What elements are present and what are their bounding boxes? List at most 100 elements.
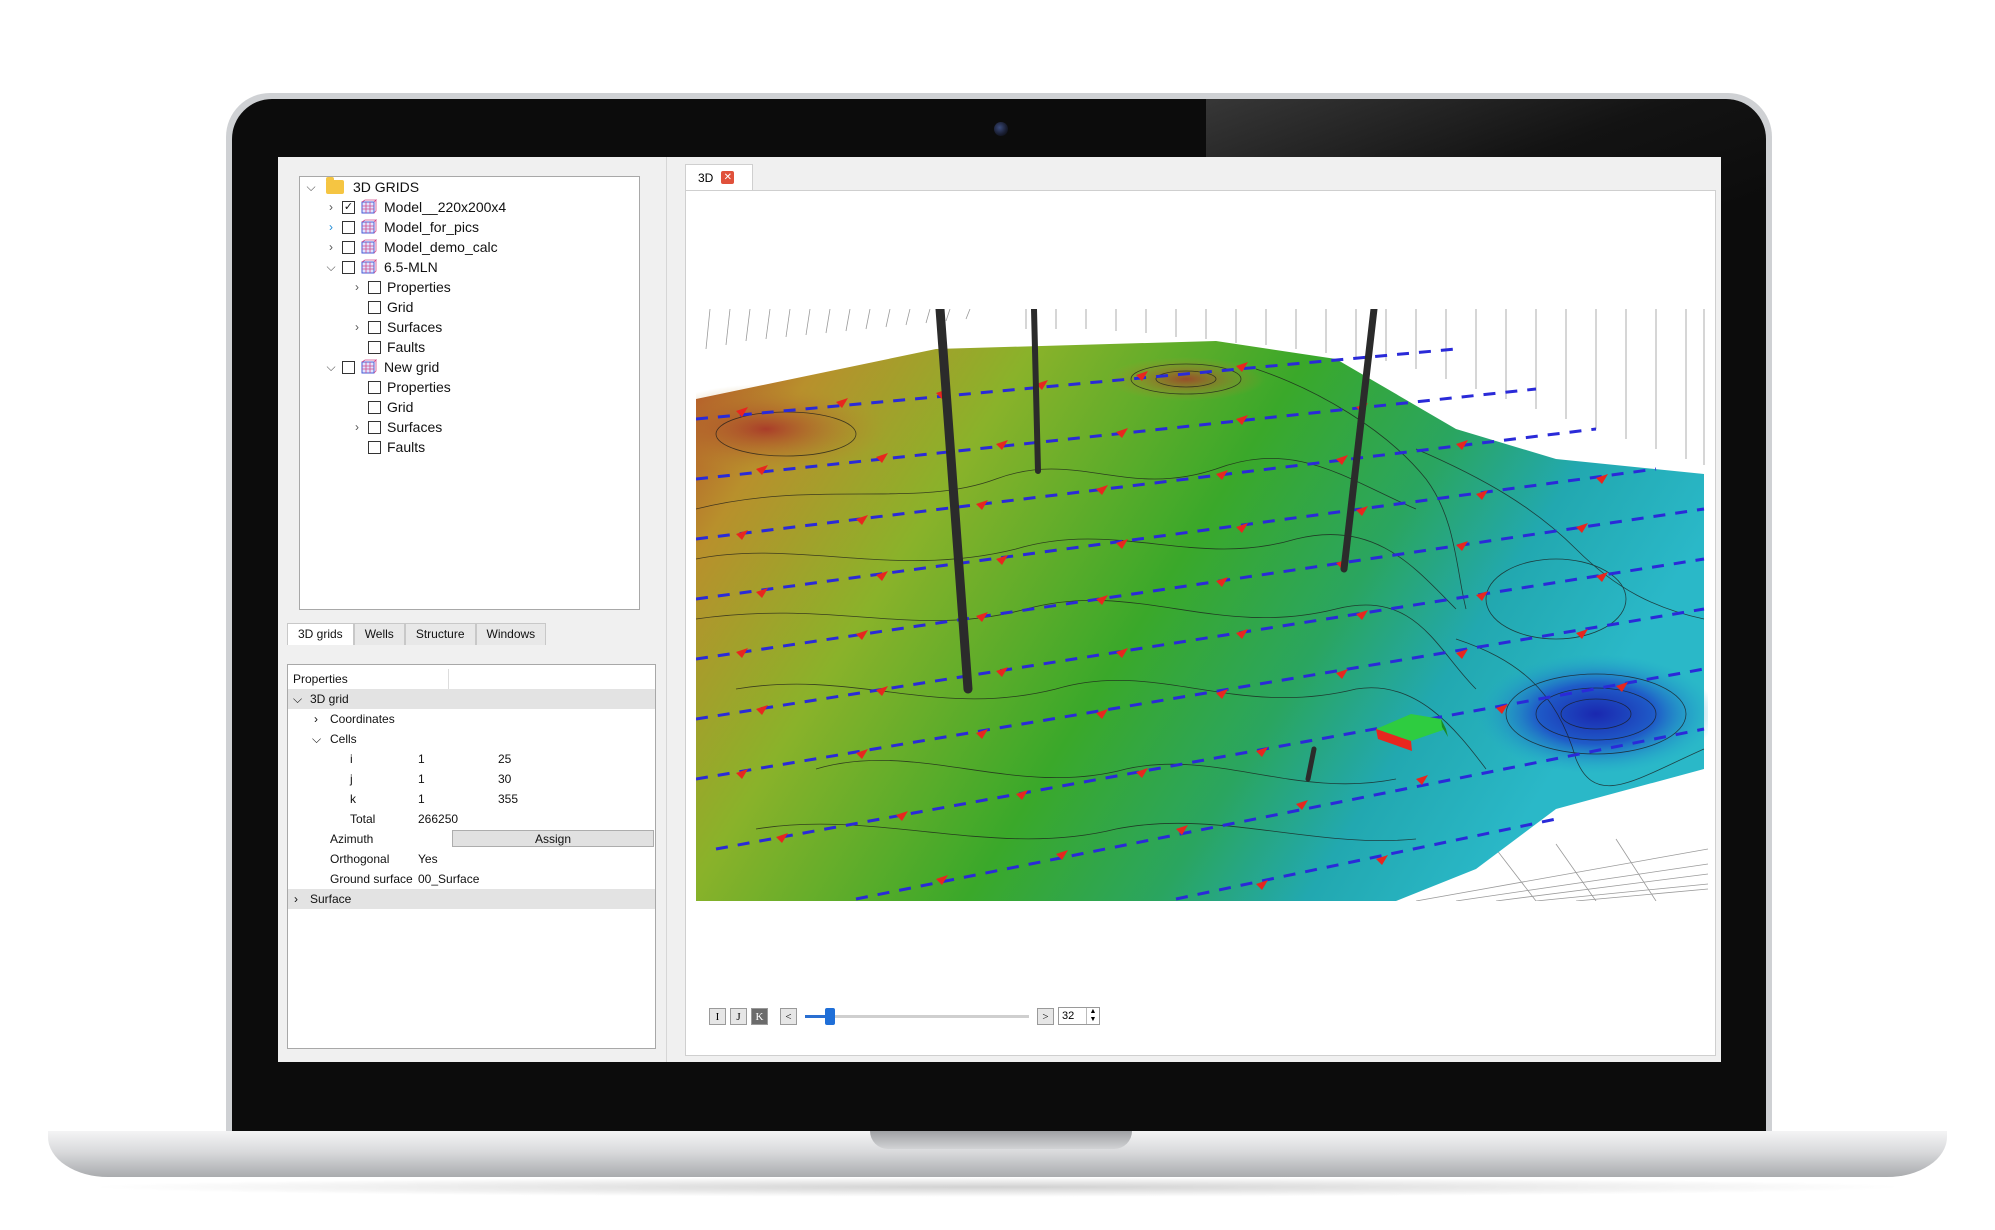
tab-windows[interactable]: Windows	[475, 623, 547, 645]
tree-item-new-faults[interactable]: Faults	[350, 437, 425, 457]
properties-panel: Properties ⌵ 3D grid › Coordinates ⌵ Cel…	[287, 664, 656, 1049]
chevron-right-icon[interactable]: ›	[324, 200, 338, 214]
row-j: j 1 30	[350, 772, 512, 786]
close-icon[interactable]: ✕	[721, 171, 735, 184]
chevron-down-icon[interactable]: ⌵	[324, 260, 338, 275]
checkbox[interactable]	[368, 320, 381, 334]
tree-item-new-grid[interactable]: ⌵ New grid	[324, 357, 439, 377]
chevron-down-icon[interactable]: ⌵	[304, 180, 318, 195]
folder-icon	[326, 177, 344, 194]
axis-k-button[interactable]: K	[751, 1007, 768, 1025]
tree-item-mln-faults[interactable]: Faults	[350, 337, 425, 357]
section-surface[interactable]: › Surface	[288, 889, 655, 909]
app-window: ⌵ 3D GRIDS › ✓ Model__220x200x4 › Model_…	[278, 157, 1721, 1062]
laptop-notch	[870, 1131, 1132, 1149]
spin-arrows-icon[interactable]: ▲ ▼	[1086, 1008, 1099, 1024]
tree-item-label: Model_demo_calc	[384, 239, 498, 255]
3d-viewport[interactable]	[696, 309, 1708, 901]
tree-item-mln-properties[interactable]: › Properties	[350, 277, 451, 297]
row-i: i 1 25	[350, 752, 512, 766]
checkbox[interactable]	[342, 360, 355, 374]
tree-item-mln-grid[interactable]: Grid	[350, 297, 413, 317]
row-orthogonal: Orthogonal Yes	[330, 852, 438, 866]
tree-item-model-3[interactable]: › Model_demo_calc	[324, 237, 498, 257]
tree-item-label: Surfaces	[387, 319, 443, 335]
tree-item-label: Model_for_pics	[384, 219, 479, 235]
tree-item-new-surfaces[interactable]: › Surfaces	[350, 417, 442, 437]
checkbox[interactable]	[342, 240, 355, 254]
checkbox[interactable]	[368, 340, 381, 354]
checkbox[interactable]	[368, 380, 381, 394]
tree-item-label: Model__220x200x4	[384, 199, 507, 215]
slice-controls: I J K < > 32 ▲ ▼	[709, 1006, 1100, 1026]
row-total: Total 266250	[350, 812, 459, 826]
tree-item-model-2[interactable]: › Model_for_pics	[324, 217, 479, 237]
checkbox[interactable]	[368, 400, 381, 414]
tab-structure[interactable]: Structure	[404, 623, 476, 645]
chevron-right-icon[interactable]: ›	[350, 420, 364, 434]
axis-i-button[interactable]: I	[709, 1007, 726, 1025]
viewer-panel: 3D ✕ I J K < > 32 ▲ ▼	[667, 157, 1721, 1062]
tree-item-label: Surfaces	[387, 419, 443, 435]
tree-item-model-4[interactable]: ⌵ 6.5-MLN	[324, 257, 438, 277]
grid-model-icon	[361, 219, 377, 234]
checkbox[interactable]	[368, 440, 381, 454]
checkbox[interactable]	[368, 280, 381, 294]
chevron-down-icon[interactable]: ⌵	[324, 360, 338, 375]
chevron-down-icon[interactable]: ⌵	[312, 732, 321, 747]
checkbox[interactable]	[368, 420, 381, 434]
row-azimuth: Azimuth Assign	[288, 829, 655, 849]
tab-3d-grids[interactable]: 3D grids	[287, 623, 354, 645]
row-k: k 1 355	[350, 792, 519, 806]
row-cells[interactable]: ⌵ Cells	[288, 729, 655, 749]
next-slice-button[interactable]: >	[1037, 1007, 1054, 1025]
prev-slice-button[interactable]: <	[780, 1007, 797, 1025]
model-tree: ⌵ 3D GRIDS › ✓ Model__220x200x4 › Model_…	[299, 176, 640, 610]
chevron-right-icon[interactable]: ›	[350, 280, 364, 294]
tree-root-label: 3D GRIDS	[353, 179, 420, 195]
tab-3d[interactable]: 3D ✕	[685, 164, 753, 190]
tree-item-model-1[interactable]: › ✓ Model__220x200x4	[324, 197, 506, 217]
tree-item-new-properties[interactable]: Properties	[350, 377, 451, 397]
chevron-down-icon[interactable]: ⌵	[293, 692, 302, 707]
slider-handle[interactable]	[825, 1007, 835, 1025]
grid-model-icon	[361, 259, 377, 274]
section-3d-grid[interactable]: ⌵ 3D grid	[288, 689, 655, 709]
tab-3d-label: 3D	[698, 170, 714, 185]
tree-item-label: New grid	[384, 359, 440, 375]
left-panel: ⌵ 3D GRIDS › ✓ Model__220x200x4 › Model_…	[278, 157, 667, 1062]
tree-item-label: Faults	[387, 339, 426, 355]
assign-button[interactable]: Assign	[452, 830, 654, 847]
chevron-right-icon[interactable]: ›	[324, 240, 338, 254]
tree-item-label: Grid	[387, 299, 414, 315]
tree-item-mln-surfaces[interactable]: › Surfaces	[350, 317, 442, 337]
grid-model-icon	[361, 359, 377, 374]
slice-value[interactable]: 32	[1059, 1010, 1086, 1022]
laptop-shadow	[80, 1177, 1915, 1197]
chevron-right-icon[interactable]: ›	[294, 892, 298, 906]
tree-item-label: 6.5-MLN	[384, 259, 438, 275]
grid-model-icon	[361, 199, 377, 214]
tree-item-label: Properties	[387, 379, 451, 395]
tab-wells[interactable]: Wells	[353, 623, 405, 645]
chevron-right-icon[interactable]: ›	[350, 320, 364, 334]
view-area: I J K < > 32 ▲ ▼	[685, 190, 1716, 1056]
axis-j-button[interactable]: J	[730, 1007, 747, 1025]
tree-item-label: Properties	[387, 279, 451, 295]
row-coordinates[interactable]: › Coordinates	[288, 709, 655, 729]
chevron-right-icon[interactable]: ›	[324, 220, 338, 234]
tree-item-new-grid-node[interactable]: Grid	[350, 397, 413, 417]
panel-tabs: 3D grids Wells Structure Windows	[287, 623, 547, 645]
checkbox[interactable]	[368, 300, 381, 314]
camera-icon	[994, 122, 1008, 136]
checkbox[interactable]	[342, 220, 355, 234]
chevron-right-icon[interactable]: ›	[314, 712, 318, 726]
tree-root[interactable]: ⌵ 3D GRIDS	[304, 177, 419, 197]
tree-item-label: Faults	[387, 439, 426, 455]
slice-slider[interactable]	[805, 1007, 1029, 1025]
tree-item-label: Grid	[387, 399, 414, 415]
checkbox[interactable]	[342, 260, 355, 274]
slice-spinbox[interactable]: 32 ▲ ▼	[1058, 1007, 1100, 1025]
checkbox[interactable]: ✓	[342, 200, 355, 214]
grid-model-icon	[361, 239, 377, 254]
